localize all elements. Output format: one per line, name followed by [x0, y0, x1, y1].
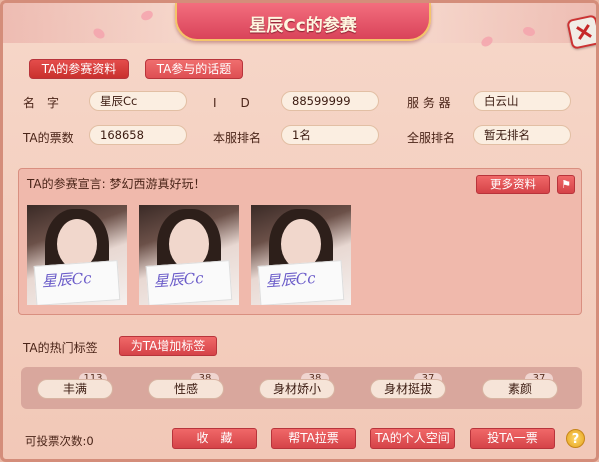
window-title: 星辰Cc的参赛	[249, 16, 357, 36]
tag-item[interactable]: 身材挺拔	[370, 379, 446, 399]
question-icon: ?	[571, 432, 580, 447]
photo-sign: 星辰Cc	[145, 260, 233, 305]
report-button[interactable]: ⚑	[557, 175, 575, 194]
tag-item[interactable]: 性感	[148, 379, 224, 399]
contest-window: 星辰Cc的参赛 TA的参赛资料 TA参与的话题 名 字 星辰Cc I D 885…	[0, 0, 599, 462]
declaration-panel: TA的参赛宣言: 梦幻西游真好玩！ 更多资料 ⚑ 星辰Cc 星辰Cc 星辰Cc	[18, 168, 582, 315]
photo-sign: 星辰Cc	[257, 260, 345, 305]
photo-sign-text: 星辰Cc	[41, 268, 93, 291]
photo-sign-text: 星辰Cc	[265, 268, 317, 291]
global-rank-field: 暂无排名	[473, 125, 571, 145]
contest-photo[interactable]: 星辰Cc	[251, 205, 351, 305]
close-icon	[576, 24, 592, 40]
name-field: 星辰Cc	[89, 91, 187, 111]
photo-sign: 星辰Cc	[33, 260, 121, 305]
id-label: I D	[213, 96, 250, 110]
global-rank-label: 全服排名	[407, 131, 456, 145]
server-label: 服 务 器	[407, 96, 451, 110]
report-icon: ⚑	[561, 178, 571, 191]
server-field: 白云山	[473, 91, 571, 111]
tab-contest-info[interactable]: TA的参赛资料	[29, 59, 129, 79]
name-label: 名 字	[23, 96, 60, 110]
local-rank-label: 本服排名	[213, 131, 262, 145]
remaining-votes: 可投票次数:0	[25, 434, 94, 448]
pull-votes-button[interactable]: 帮TA拉票	[271, 428, 356, 449]
votes-field: 168658	[89, 125, 187, 145]
tags-bar: 113 丰满 38 性感 38 身材娇小 37 身材挺拔 37 素颜	[21, 367, 582, 409]
collect-button[interactable]: 收 藏	[172, 428, 257, 449]
photo-sign-text: 星辰Cc	[153, 268, 205, 291]
id-field: 88599999	[281, 91, 379, 111]
personal-space-button[interactable]: TA的个人空间	[370, 428, 455, 449]
tag-item[interactable]: 身材娇小	[259, 379, 335, 399]
local-rank-field: 1名	[281, 125, 379, 145]
votes-label: TA的票数	[23, 131, 74, 145]
help-button[interactable]: ?	[566, 429, 585, 448]
add-tag-button[interactable]: 为TA增加标签	[119, 336, 217, 356]
tag-item[interactable]: 丰满	[37, 379, 113, 399]
declaration-text: TA的参赛宣言: 梦幻西游真好玩！	[27, 177, 206, 191]
vote-button[interactable]: 投TA一票	[470, 428, 555, 449]
tab-topics[interactable]: TA参与的话题	[145, 59, 243, 79]
hot-tags-label: TA的热门标签	[23, 341, 98, 355]
contest-photo[interactable]: 星辰Cc	[139, 205, 239, 305]
more-info-button[interactable]: 更多资料	[476, 175, 550, 194]
contest-photo[interactable]: 星辰Cc	[27, 205, 127, 305]
close-button[interactable]	[566, 14, 596, 50]
tag-item[interactable]: 素颜	[482, 379, 558, 399]
title-plate: 星辰Cc的参赛	[175, 3, 431, 41]
